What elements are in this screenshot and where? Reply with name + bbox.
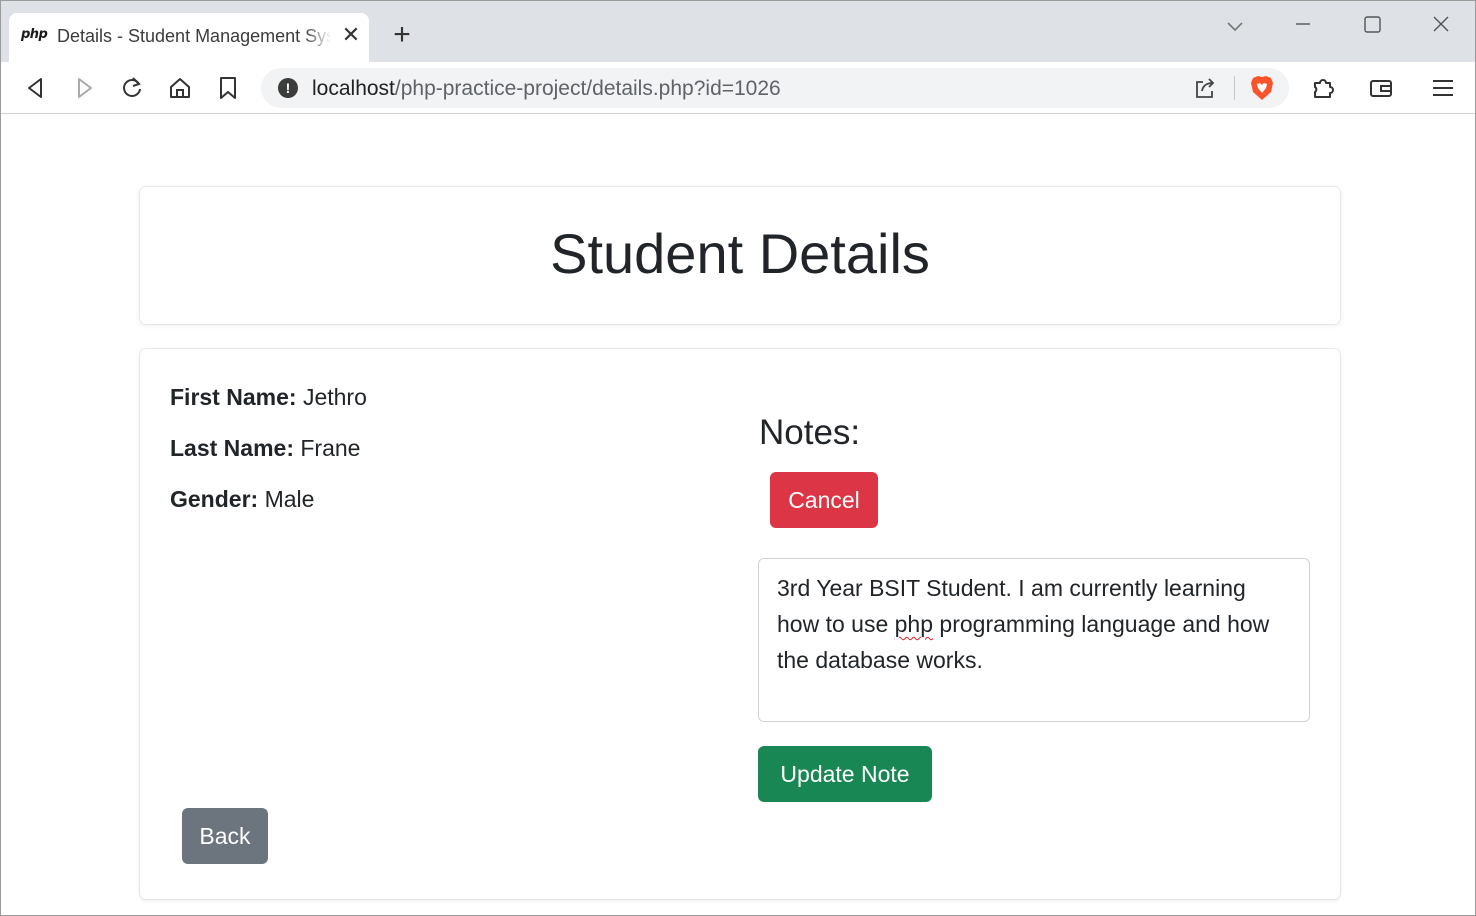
address-bar[interactable]: ! localhost/php-practice-project/details… [261, 68, 1289, 108]
browser-window: php Details - Student Management System … [0, 0, 1476, 916]
details-card: First Name: Jethro Last Name: Frane Gend… [140, 349, 1340, 899]
bookmark-icon[interactable] [214, 74, 242, 102]
notes-text-misspelled: php [894, 611, 934, 637]
new-tab-button[interactable]: + [387, 20, 417, 51]
last-name-row: Last Name: Frane [170, 435, 360, 462]
tab-title: Details - Student Management System [57, 26, 331, 47]
first-name-value: Jethro [302, 384, 367, 410]
first-name-label: First Name: [170, 384, 297, 410]
minimize-icon[interactable] [1288, 11, 1318, 41]
browser-tab[interactable]: php Details - Student Management System … [9, 13, 369, 62]
browser-toolbar: ! localhost/php-practice-project/details… [1, 62, 1475, 114]
gender-label: Gender: [170, 486, 259, 512]
gender-row: Gender: Male [170, 486, 314, 513]
tab-close-icon[interactable]: ✕ [339, 23, 363, 47]
brave-shield-icon[interactable] [1249, 74, 1275, 102]
php-favicon-icon: php [21, 27, 48, 42]
last-name-label: Last Name: [170, 435, 294, 461]
tab-search-icon[interactable] [1220, 11, 1250, 41]
url-text[interactable]: localhost/php-practice-project/details.p… [312, 77, 781, 101]
menu-icon[interactable] [1429, 74, 1457, 102]
header-card: Student Details [140, 187, 1340, 324]
back-icon[interactable] [22, 74, 50, 102]
notes-textarea[interactable]: 3rd Year BSIT Student. I am currently le… [758, 558, 1310, 722]
extensions-icon[interactable] [1309, 74, 1337, 102]
info-icon[interactable]: ! [278, 78, 298, 98]
update-note-button[interactable]: Update Note [758, 746, 932, 802]
first-name-row: First Name: Jethro [170, 384, 367, 411]
cancel-button[interactable]: Cancel [770, 472, 878, 528]
forward-icon[interactable] [70, 74, 98, 102]
page-title: Student Details [550, 222, 930, 285]
close-window-icon[interactable] [1426, 11, 1456, 41]
back-button[interactable]: Back [182, 808, 268, 864]
omnibox-divider [1234, 76, 1235, 100]
home-icon[interactable] [166, 74, 194, 102]
resize-handle-icon[interactable] [1296, 708, 1306, 718]
wallet-icon[interactable] [1367, 74, 1395, 102]
maximize-icon[interactable] [1357, 11, 1387, 41]
notes-heading: Notes: [759, 413, 861, 452]
share-icon[interactable] [1193, 76, 1217, 100]
last-name-value: Frane [300, 435, 361, 461]
reload-icon[interactable] [118, 74, 146, 102]
url-path: /php-practice-project/details.php?id=102… [394, 77, 781, 100]
tab-strip: php Details - Student Management System … [1, 1, 1475, 62]
url-host: localhost [312, 77, 395, 100]
gender-value: Male [264, 486, 315, 512]
